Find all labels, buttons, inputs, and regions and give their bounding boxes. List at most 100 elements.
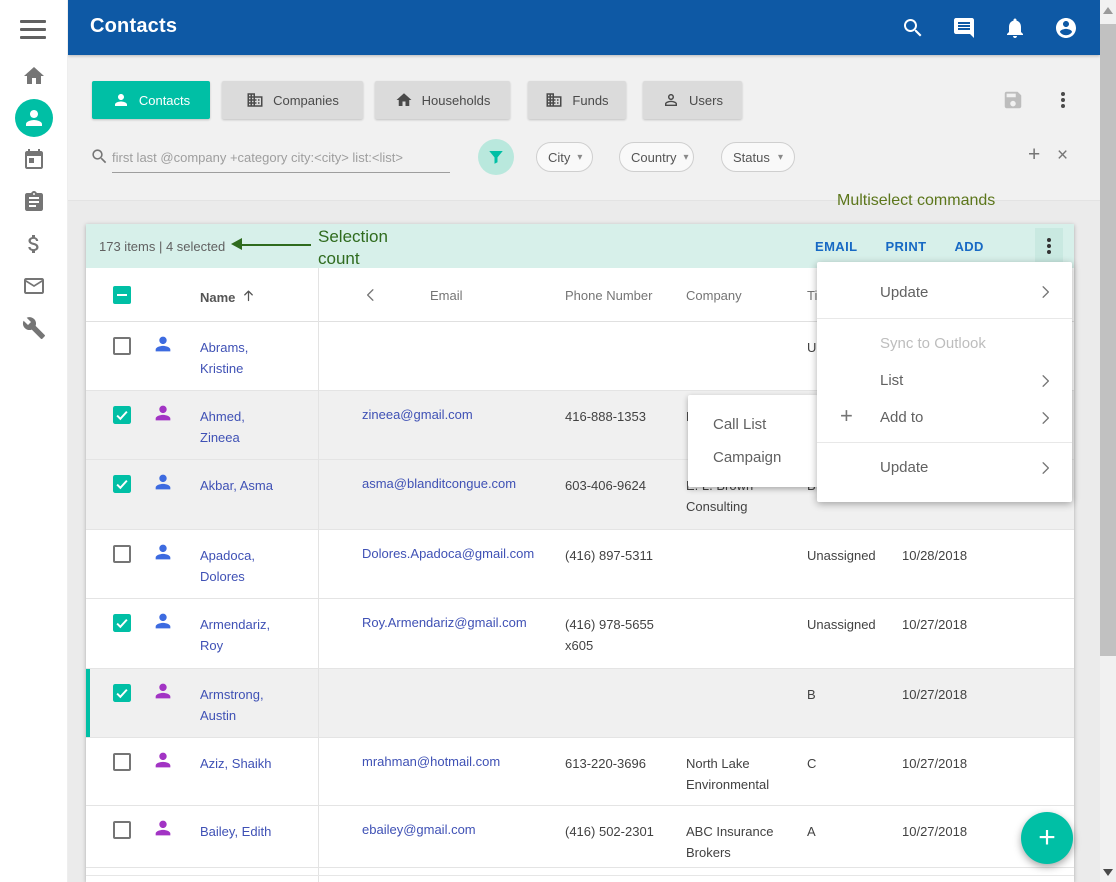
tab-contacts[interactable]: Contacts — [92, 81, 210, 119]
contact-name-link[interactable]: Apadoca, Dolores — [200, 545, 278, 587]
funnel-icon — [487, 148, 505, 166]
chevron-right-icon — [1036, 283, 1054, 301]
search-icon[interactable] — [901, 16, 925, 40]
scroll-down-arrow-icon[interactable] — [1103, 869, 1113, 876]
sort-ascending-icon — [241, 288, 256, 303]
row-checkbox[interactable] — [113, 614, 131, 632]
tab-companies[interactable]: Companies — [222, 81, 363, 119]
clear-search-icon[interactable]: × — [1057, 145, 1068, 167]
tab-funds[interactable]: Funds — [528, 81, 626, 119]
row-checkbox[interactable] — [113, 406, 131, 424]
contact-name-link[interactable]: Abrams, Kristine — [200, 337, 278, 379]
submenu-item-call-list[interactable]: Call List — [688, 408, 818, 441]
contact-tier: Unassigned — [807, 614, 876, 635]
sidebar-item-mail[interactable] — [22, 274, 46, 298]
contact-name-link[interactable]: Bailey, Edith — [200, 821, 278, 842]
tasks-icon — [22, 190, 46, 214]
view-options-icon[interactable] — [1056, 90, 1070, 110]
vertical-scrollbar[interactable] — [1100, 0, 1116, 882]
menu-divider — [817, 442, 1072, 443]
add-contact-fab[interactable]: + — [1021, 812, 1073, 864]
contact-phone: 603-406-9624 — [565, 475, 661, 496]
multiselect-dropdown-menu: Update Sync to Outlook List+Add to Update — [817, 262, 1072, 502]
contact-name-link[interactable]: Akbar, Asma — [200, 475, 278, 496]
table-row-apadoca-dolores[interactable]: Apadoca, Dolores Dolores.Apadoca@gmail.co… — [86, 530, 1074, 599]
account-icon — [1054, 16, 1078, 40]
left-sidebar — [0, 0, 68, 882]
chevron-right-icon — [1036, 459, 1054, 477]
column-divider — [318, 268, 319, 882]
select-all-checkbox[interactable] — [113, 286, 131, 304]
sidebar-item-home[interactable] — [22, 64, 46, 88]
account-icon[interactable] — [1054, 16, 1078, 40]
contact-name-link[interactable]: Armendariz, Roy — [200, 614, 278, 656]
scrollbar-thumb[interactable] — [1100, 24, 1116, 656]
tab-users[interactable]: Users — [643, 81, 742, 119]
contact-email-link[interactable]: ebailey@gmail.com — [362, 819, 476, 840]
tab-label: Households — [422, 93, 491, 108]
filter-icon[interactable] — [478, 139, 514, 175]
row-checkbox[interactable] — [113, 545, 131, 563]
column-header-name[interactable]: Name — [200, 288, 256, 306]
selection-summary: 173 items | 4 selected — [99, 239, 225, 254]
tab-households[interactable]: Households — [375, 81, 510, 119]
collapse-column-icon[interactable] — [362, 286, 380, 304]
sidebar-item-tools[interactable] — [22, 316, 46, 340]
annotation-multiselect-commands: Multiselect commands — [837, 192, 995, 210]
menu-item-add-to[interactable]: +Add to — [817, 399, 1072, 436]
annotation-arrow-line — [242, 244, 311, 246]
contact-phone: (416) 897-5311 — [565, 545, 661, 566]
contact-email-link[interactable]: mrahman@hotmail.com — [362, 751, 500, 772]
contact-email-link[interactable]: Roy.Armendariz@gmail.com — [362, 612, 527, 633]
menu-icon[interactable] — [20, 20, 46, 40]
chat-icon — [952, 16, 976, 40]
save-view-icon[interactable] — [1002, 89, 1024, 111]
bulk-action-email[interactable]: EMAIL — [815, 239, 857, 254]
menu-item-update-2[interactable]: Update — [817, 449, 1072, 486]
contact-email-link[interactable]: asma@blanditcongue.com — [362, 473, 516, 494]
row-checkbox[interactable] — [113, 684, 131, 702]
table-row-bailey-edith[interactable]: Bailey, Edithebailey@gmail.com(416) 502-… — [86, 806, 1074, 868]
contact-email-link[interactable]: Dolores.Apadoca@gmail.com — [362, 543, 534, 564]
table-row-armendariz-roy[interactable]: Armendariz, RoyRoy.Armendariz@gmail.com(… — [86, 599, 1074, 669]
column-header-phone[interactable]: Phone Number — [565, 288, 652, 303]
bulk-action-add[interactable]: ADD — [954, 239, 983, 254]
contact-date: 10/27/2018 — [902, 821, 967, 842]
sidebar-item-money[interactable] — [22, 232, 46, 256]
submenu-item-campaign[interactable]: Campaign — [688, 441, 818, 474]
row-checkbox[interactable] — [113, 337, 131, 355]
column-header-tier[interactable]: Ti — [807, 288, 817, 303]
multiselect-more-icon[interactable] — [1035, 228, 1063, 264]
contact-email-link[interactable]: zineea@gmail.com — [362, 404, 473, 425]
contact-name-link[interactable]: Armstrong, Austin — [200, 684, 278, 726]
filter-chip-country[interactable]: Country▾ — [619, 142, 694, 172]
filter-chip-status[interactable]: Status▾ — [721, 142, 795, 172]
search-icon — [901, 16, 925, 40]
scroll-up-arrow-icon[interactable] — [1103, 7, 1113, 14]
contact-name-link[interactable]: Aziz, Shaikh — [200, 753, 278, 774]
bulk-action-print[interactable]: PRINT — [885, 239, 926, 254]
sidebar-item-tasks[interactable] — [22, 190, 46, 214]
table-row-armstrong-austin[interactable]: Armstrong, AustinB10/27/2018 — [86, 669, 1074, 738]
sort-ascending-icon — [241, 288, 256, 306]
row-checkbox[interactable] — [113, 475, 131, 493]
menu-item-update[interactable]: Update — [817, 272, 1072, 312]
add-filter-icon[interactable]: + — [1028, 143, 1040, 167]
sidebar-item-contacts[interactable] — [22, 106, 46, 130]
column-header-company[interactable]: Company — [686, 288, 742, 303]
menu-item-list[interactable]: List — [817, 362, 1072, 399]
column-header-email[interactable]: Email — [430, 288, 463, 303]
notifications-icon[interactable] — [1003, 16, 1027, 40]
chip-label: Status — [733, 150, 770, 165]
chevron-down-icon: ▾ — [684, 152, 689, 163]
search-input[interactable] — [112, 143, 450, 173]
contact-avatar-icon — [152, 680, 174, 702]
row-checkbox[interactable] — [113, 821, 131, 839]
table-row-aziz-shaikh[interactable]: Aziz, Shaikhmrahman@hotmail.com613-220-3… — [86, 738, 1074, 806]
contact-name-link[interactable]: Ahmed, Zineea — [200, 406, 278, 448]
chat-icon[interactable] — [952, 16, 976, 40]
menu-item-label: Sync to Outlook — [880, 335, 986, 352]
filter-chip-city[interactable]: City▾ — [536, 142, 593, 172]
row-checkbox[interactable] — [113, 753, 131, 771]
sidebar-item-calendar[interactable] — [22, 148, 46, 172]
